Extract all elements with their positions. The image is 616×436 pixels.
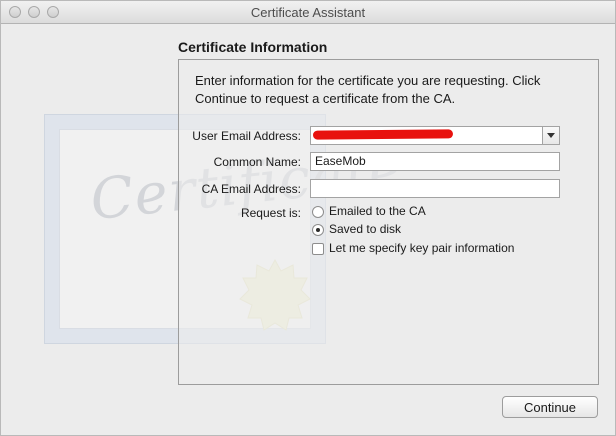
radio-unselected-icon[interactable] [312, 205, 324, 218]
request-is-label: Request is: [240, 206, 301, 220]
continue-button[interactable]: Continue [502, 396, 598, 418]
key-pair-checkbox-row[interactable]: Let me specify key pair information [312, 241, 514, 255]
radio-emailed-to-ca[interactable]: Emailed to the CA [312, 204, 426, 218]
key-pair-checkbox[interactable] [312, 242, 324, 255]
instructions-text: Enter information for the certificate yo… [195, 73, 541, 106]
common-name-label: Common Name: [213, 155, 301, 169]
ca-email-field[interactable] [310, 179, 560, 198]
title-bar: Certificate Assistant [1, 1, 615, 24]
common-name-field[interactable]: EaseMob [310, 152, 560, 171]
certificate-information-panel: Enter information for the certificate yo… [178, 59, 599, 385]
certificate-assistant-window: Certificate Assistant Certificate Certif… [0, 0, 616, 436]
radio-emailed-label: Emailed to the CA [329, 204, 426, 218]
window-title: Certificate Assistant [250, 5, 366, 20]
redaction-mark [312, 129, 454, 140]
ca-email-label: CA Email Address: [201, 182, 301, 196]
key-pair-label: Let me specify key pair information [329, 241, 515, 255]
radio-saved-to-disk[interactable]: Saved to disk [312, 222, 401, 236]
section-heading: Certificate Information [178, 39, 328, 55]
radio-selected-icon[interactable] [312, 223, 324, 236]
user-email-label: User Email Address: [192, 129, 301, 143]
chevron-down-icon[interactable] [542, 127, 559, 144]
radio-saved-label: Saved to disk [329, 222, 402, 236]
user-email-combobox[interactable] [310, 126, 560, 145]
